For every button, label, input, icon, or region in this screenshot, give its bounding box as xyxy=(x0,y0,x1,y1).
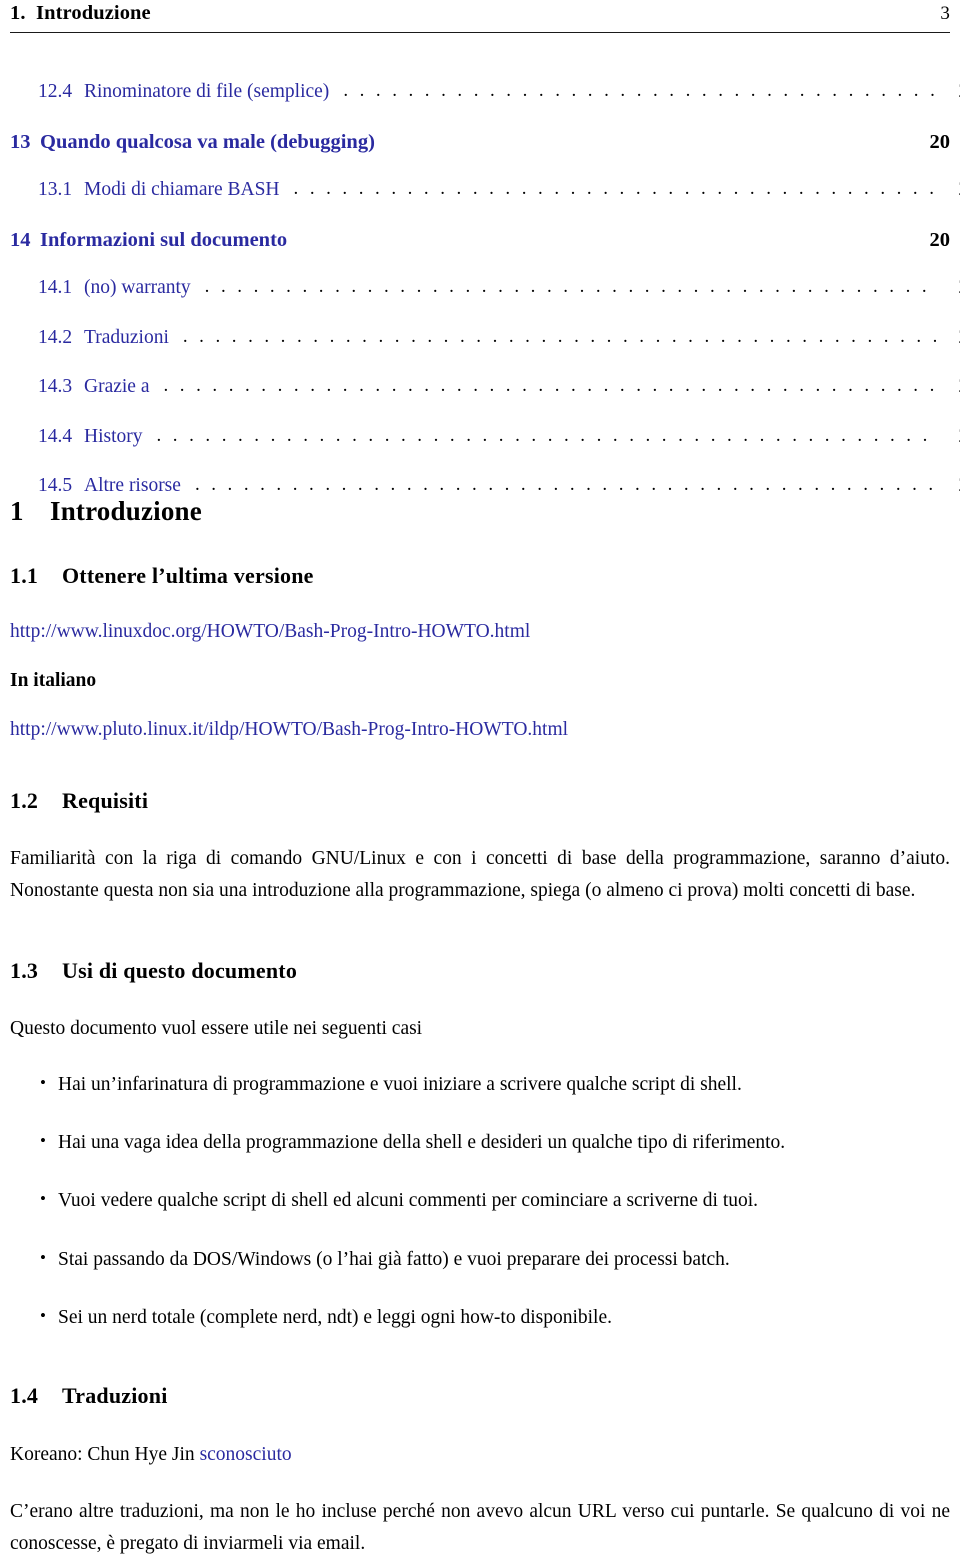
toc-entry-title: (no) warranty xyxy=(84,277,191,298)
subsection-title: Ottenere l’ultima versione xyxy=(62,562,314,588)
toc-entry-number: 14.3 xyxy=(38,376,73,397)
list-item-label: Sei un nerd totale (complete nerd, ndt) … xyxy=(58,1307,612,1329)
toc-entry-page: 20 xyxy=(944,82,960,102)
bullet-icon: • xyxy=(40,1189,46,1209)
toc-entry-page: 20 xyxy=(929,130,951,153)
toc-entry-page: 20 xyxy=(929,228,951,251)
subsection-number: 1.4 xyxy=(10,1383,39,1409)
toc-entry-title: Quando qualcosa va male (debugging) xyxy=(40,130,375,153)
list-item: • Hai una vaga idea della programmazione… xyxy=(10,1129,950,1156)
toc-entry[interactable]: 14.2 Traduzioni . . . . . . . . . . . . … xyxy=(10,326,960,348)
toc-leader-dots: . . . . . . . . . . . . . . . . . . . . … xyxy=(156,425,937,445)
paragraph-usi-intro: Questo documento vuol essere utile nei s… xyxy=(10,1018,423,1040)
toc-entry-number: 14.2 xyxy=(38,326,73,348)
toc-leader-dots: . . . . . . . . . . . . . . . . . . . . … xyxy=(293,179,936,198)
bullet-icon: • xyxy=(40,1072,46,1092)
section-heading-1: 1 Introduzione xyxy=(10,496,950,527)
page-header: 1. Introduzione 3 xyxy=(10,2,950,25)
bullet-icon: • xyxy=(40,1247,46,1267)
section-title: Introduzione xyxy=(50,496,202,526)
paragraph-koreano: Koreano: Chun Hye Jin sconosciuto xyxy=(10,1439,950,1471)
toc-entry[interactable]: 14.3 Grazie a . . . . . . . . . . . . . … xyxy=(10,376,960,397)
list-item: • Stai passando da DOS/Windows (o l’hai … xyxy=(10,1246,950,1273)
list-item-label: Hai un’infarinatura di programmazione e … xyxy=(58,1073,742,1095)
list-item-label: Stai passando da DOS/Windows (o l’hai gi… xyxy=(58,1248,730,1270)
toc-entry-title: Grazie a xyxy=(84,376,150,397)
toc-entry[interactable]: 13.1 Modi di chiamare BASH . . . . . . .… xyxy=(10,179,960,200)
list-item: • Vuoi vedere qualche script di shell ed… xyxy=(10,1187,950,1214)
bullet-icon: • xyxy=(40,1131,46,1151)
subsection-title: Traduzioni xyxy=(62,1383,168,1409)
paragraph-traduzioni: C’erano altre traduzioni, ma non le ho i… xyxy=(10,1501,950,1554)
subsection-number: 1.3 xyxy=(10,958,39,984)
toc-entry-number: 12.4 xyxy=(38,81,73,102)
toc-entry-page: 21 xyxy=(944,327,960,348)
toc-entry-title: Altre risorse xyxy=(84,475,181,496)
section-number: 1 xyxy=(10,496,24,526)
toc-entry-title: Informazioni sul documento xyxy=(40,228,288,251)
toc-entry-page: 21 xyxy=(944,426,960,447)
toc-entry[interactable]: 14.1 (no) warranty . . . . . . . . . . .… xyxy=(10,277,960,298)
document-page: 1. Introduzione 3 12.4 Rinominatore di f… xyxy=(0,0,960,1554)
toc-leader-dots: . . . . . . . . . . . . . . . . . . . . … xyxy=(194,475,936,494)
document-body: 1 Introduzione 1.1 Ottenere l’ultima versi… xyxy=(10,496,950,1559)
toc-entry-number: 14.4 xyxy=(38,425,73,447)
toc-leader-dots: . . . . . . . . . . . . . . . . . . . . … xyxy=(343,81,936,100)
list-item: • Hai un’infarinatura di programmazione … xyxy=(10,1071,950,1098)
link-latest-version-it[interactable]: http://www.pluto.linux.it/ildp/HOWTO/Bas… xyxy=(10,716,950,743)
list-item-label: Vuoi vedere qualche script di shell ed a… xyxy=(58,1190,759,1212)
label-in-italiano: In italiano xyxy=(10,670,97,692)
subsection-heading-1-2: 1.2 Requisiti xyxy=(10,787,950,813)
list-item: • Sei un nerd totale (complete nerd, ndt… xyxy=(10,1304,950,1331)
subsection-heading-1-3: 1.3 Usi di questo documento xyxy=(10,958,950,984)
toc-entry-title: Rinominatore di file (semplice) xyxy=(84,81,330,102)
toc-entry[interactable]: 14 Informazioni sul documento 20 xyxy=(10,228,951,251)
bullet-icon: • xyxy=(40,1306,46,1326)
toc-leader-dots: . . . . . . . . . . . . . . . . . . . . … xyxy=(163,376,937,395)
toc-entry-number: 14 xyxy=(10,228,31,251)
toc-leader-dots: . . . . . . . . . . . . . . . . . . . . … xyxy=(204,277,936,296)
subsection-number: 1.2 xyxy=(10,787,39,813)
toc-entry-number: 14.1 xyxy=(38,277,73,298)
toc-entry-number: 13 xyxy=(10,130,31,153)
header-chapter-title: 1. Introduzione xyxy=(10,2,151,24)
toc-entry-page: 20 xyxy=(944,278,960,298)
toc-leader-dots: . . . . . . . . . . . . . . . . . . . . … xyxy=(182,326,936,346)
toc-entry[interactable]: 12.4 Rinominatore di file (semplice) . .… xyxy=(10,81,960,102)
toc-entry-number: 14.5 xyxy=(38,475,73,496)
toc-entry-title: Modi di chiamare BASH xyxy=(84,179,280,200)
toc-entry-title: Traduzioni xyxy=(84,326,169,348)
list-item-label: Hai una vaga idea della programmazione d… xyxy=(58,1132,786,1154)
header-page-number: 3 xyxy=(940,3,950,24)
subsection-number: 1.1 xyxy=(10,562,39,588)
toc-entry[interactable]: 13 Quando qualcosa va male (debugging) 2… xyxy=(10,130,951,153)
toc-entry-number: 13.1 xyxy=(38,179,73,200)
subsection-title: Usi di questo documento xyxy=(62,958,298,984)
toc-entry-title: History xyxy=(84,425,143,447)
subsection-heading-1-4: 1.4 Traduzioni xyxy=(10,1384,950,1408)
paragraph-requisiti: Familiarità con la riga di comando GNU/L… xyxy=(10,847,950,901)
subsection-title: Requisiti xyxy=(62,787,149,813)
link-latest-version-en[interactable]: http://www.linuxdoc.org/HOWTO/Bash-Prog-… xyxy=(10,618,950,645)
toc-entry[interactable]: 14.5 Altre risorse . . . . . . . . . . .… xyxy=(10,475,960,496)
table-of-contents: 12.4 Rinominatore di file (semplice) . .… xyxy=(10,81,960,526)
header-divider xyxy=(10,32,950,34)
toc-entry[interactable]: 14.4 History . . . . . . . . . . . . . .… xyxy=(10,425,960,447)
toc-entry-page: 20 xyxy=(944,180,960,200)
toc-entry-page: 21 xyxy=(944,377,960,397)
subsection-heading-1-1: 1.1 Ottenere l’ultima versione xyxy=(10,562,950,588)
toc-entry-page: 21 xyxy=(944,476,960,496)
usi-bullet-list: • Hai un’infarinatura di programmazione … xyxy=(10,1071,950,1331)
